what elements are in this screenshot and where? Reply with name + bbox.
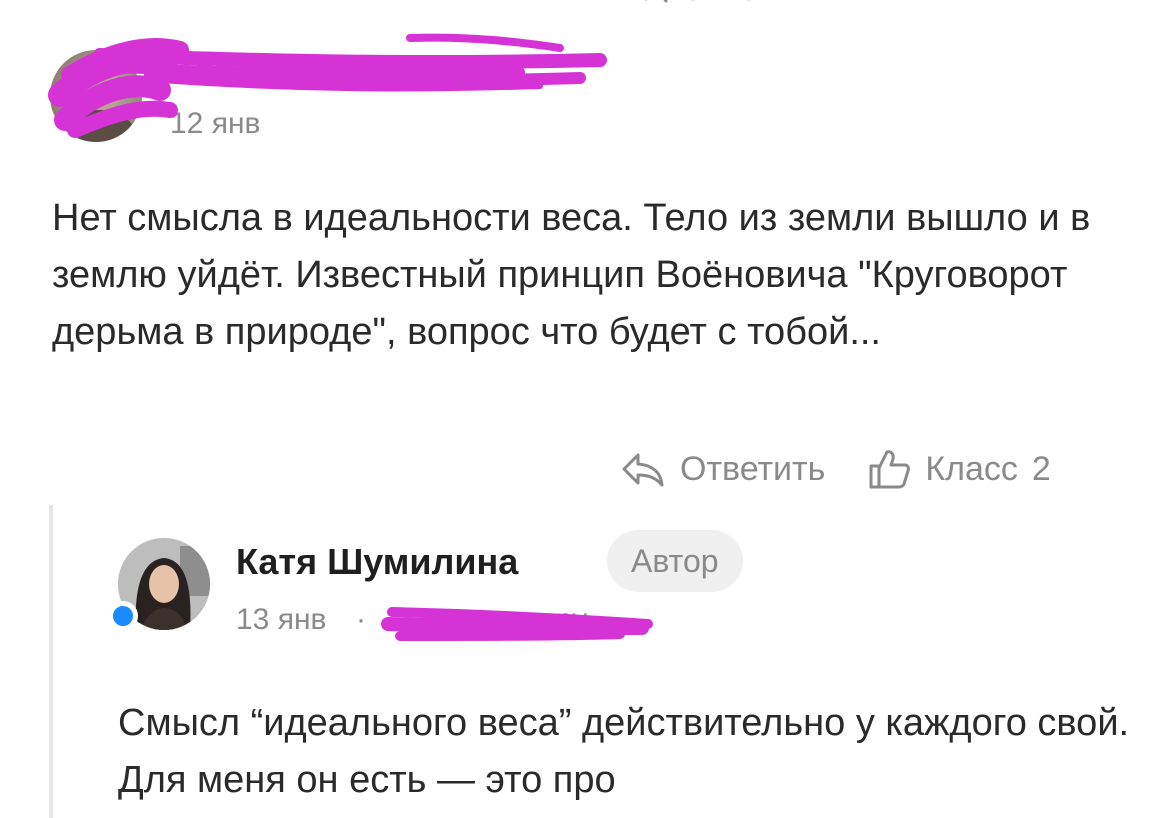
comment-author[interactable]: Владимир Бохин [168, 50, 457, 89]
author-badge: Автор [607, 530, 743, 592]
comment-date: 12 янв [170, 107, 261, 140]
reply-arrow-icon [620, 451, 666, 487]
avatar[interactable] [50, 50, 142, 142]
reply-button[interactable]: Ответить [679, 0, 824, 8]
like-count: 2 [1031, 449, 1051, 488]
meta-separator: · [356, 603, 366, 636]
comment-text: Нет смысла в идеальности веса. Тело из з… [52, 197, 1091, 353]
reply-date: 13 янв [236, 603, 327, 636]
reply-arrow-icon[interactable] [630, 0, 670, 12]
comment-actions: Ответить Класс 2 [620, 445, 1051, 493]
thumbs-up-icon [867, 448, 911, 490]
reply-button[interactable]: Ответить [620, 450, 825, 489]
reply-label: Ответить [680, 449, 826, 488]
reply-text: Смысл “идеального веса” действительно у … [118, 702, 1130, 801]
like-label: Класс [925, 449, 1018, 488]
like-button[interactable]: Класс 2 [867, 448, 1051, 490]
online-status-dot [108, 601, 138, 631]
thread-line [49, 505, 53, 818]
reply-to-name[interactable]: Владимиру [430, 603, 587, 637]
previous-actions-row: Ответить [630, 0, 825, 12]
reply-author[interactable]: Катя Шумилина [236, 541, 518, 583]
